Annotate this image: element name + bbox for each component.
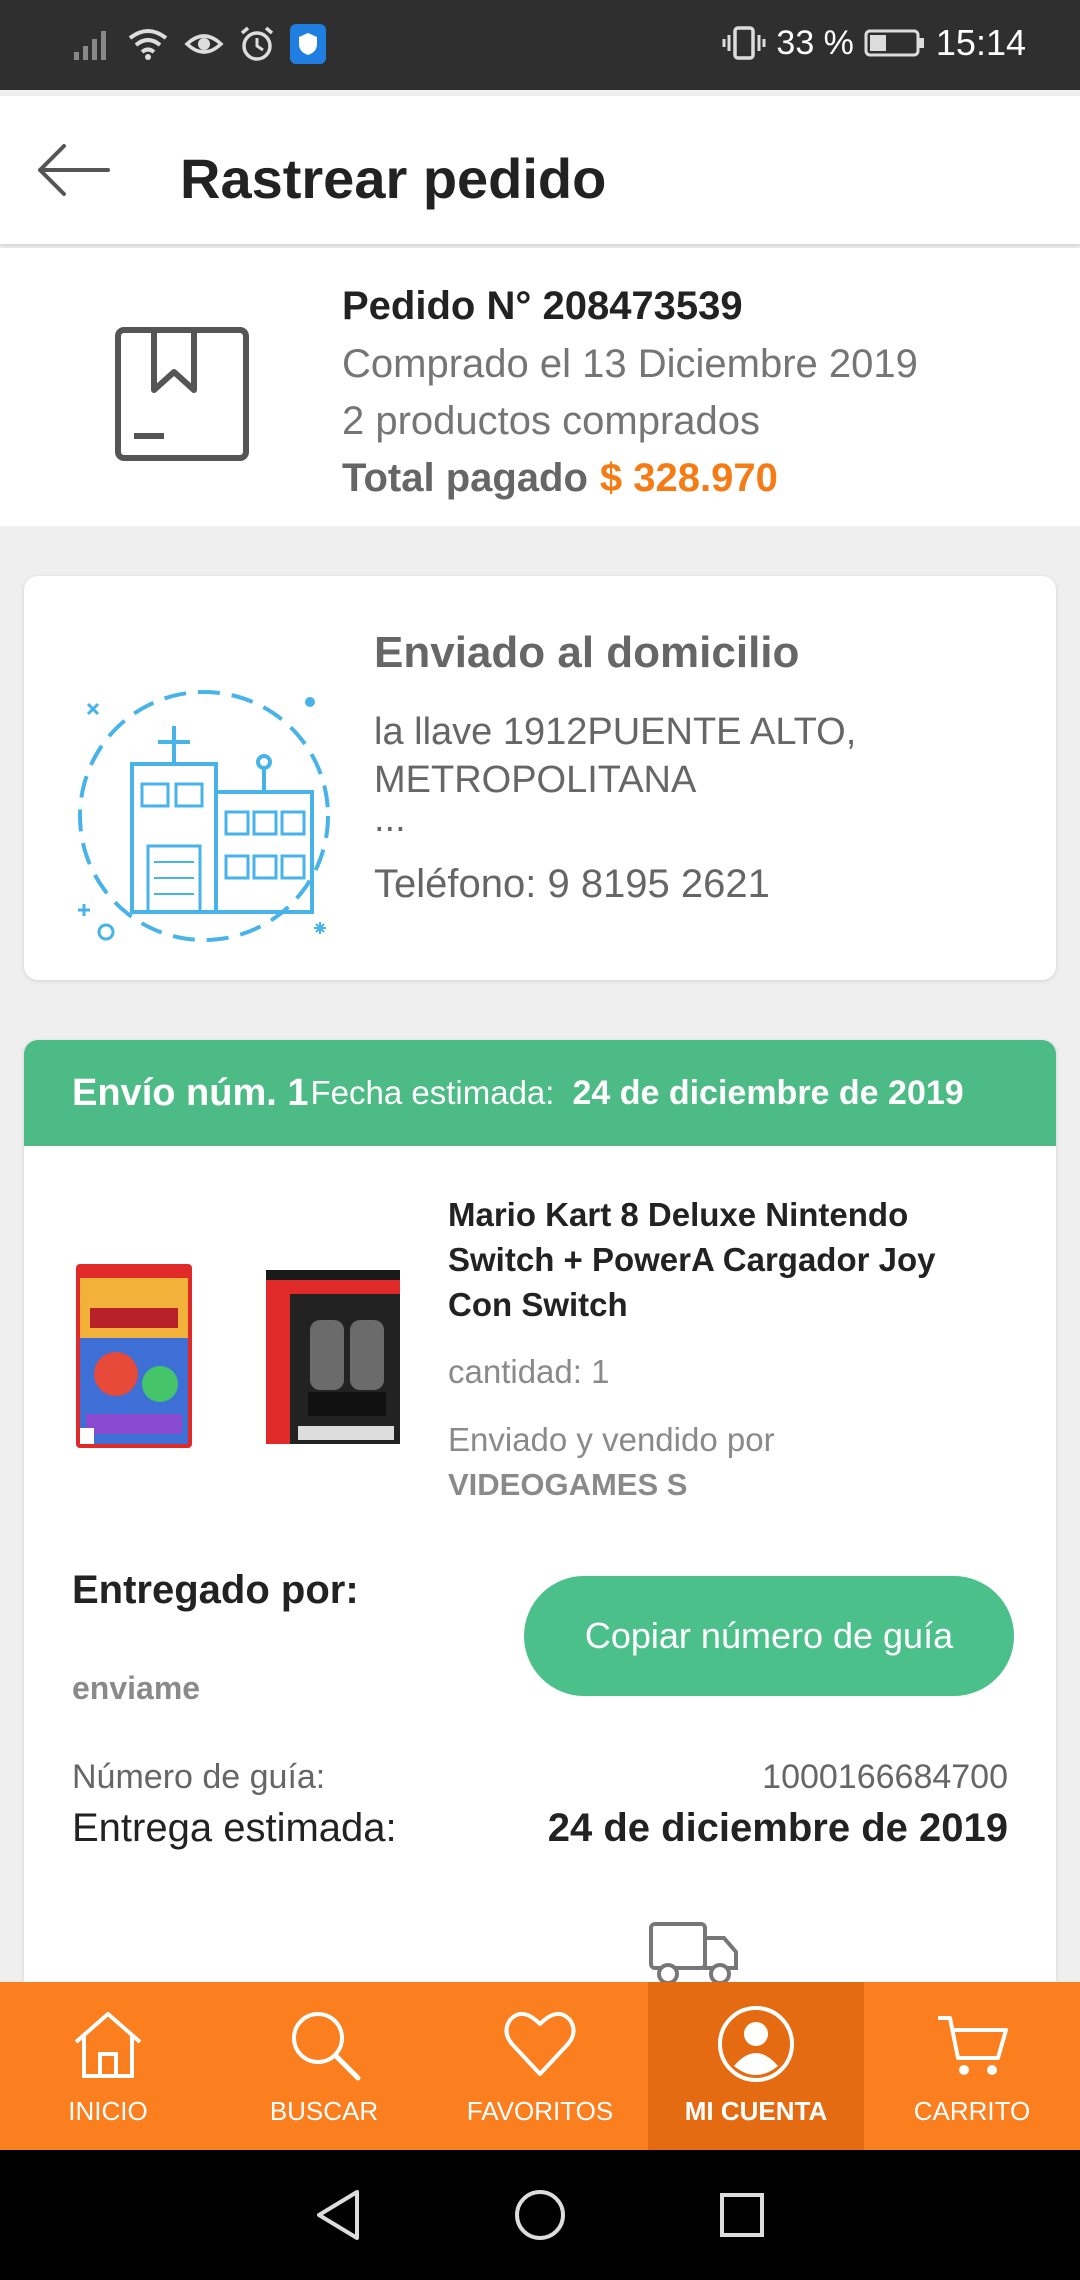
shipment-card: Envío núm. 1 Fecha estimada: 24 de dicie… [24, 1040, 1056, 2000]
address-line-1: la llave 1912PUENTE ALTO, [374, 711, 857, 753]
status-bar: 33 % 15:14 [0, 0, 1080, 90]
nav-mi-cuenta-label: MI CUENTA [684, 2096, 828, 2126]
purchase-date: Comprado el 13 Diciembre 2019 [342, 342, 918, 386]
mario-kart-product-image[interactable] [76, 1264, 192, 1448]
estimated-delivery-label: Entrega estimada: [72, 1806, 397, 1850]
tracking-number-value: 1000166684700 [762, 1758, 1008, 1796]
signal-icon [74, 31, 106, 60]
system-navigation-bar [0, 2150, 1080, 2280]
nav-buscar-label: BUSCAR [269, 2096, 379, 2126]
address-title: Enviado al domicilio [374, 628, 800, 677]
status-icons-left [72, 24, 326, 64]
app-bar: Rastrear pedido [0, 96, 1080, 244]
building-illustration-icon [78, 690, 330, 942]
total-label: Total pagado [342, 456, 588, 500]
battery-icon [864, 29, 924, 57]
estimated-delivery-value: 24 de diciembre de 2019 [547, 1806, 1008, 1850]
nav-carrito-label: CARRITO [913, 2096, 1031, 2126]
total-paid: Total pagado $ 328.970 [342, 456, 918, 501]
truck-icon [649, 1922, 738, 1985]
vibrate-icon [722, 26, 766, 60]
nav-mi-cuenta[interactable]: MI CUENTA [648, 1982, 864, 2150]
nav-carrito[interactable]: CARRITO [864, 1982, 1080, 2150]
delivery-address-card: Enviado al domicilio la llave 1912PUENTE… [24, 576, 1056, 980]
user-icon [718, 2006, 794, 2082]
seller-name: VIDEOGAMES S [448, 1467, 688, 1502]
order-number: Pedido N° 208473539 [342, 284, 743, 328]
address-phone: Teléfono: 9 8195 2621 [374, 862, 770, 906]
carrier-name: enviame [72, 1670, 201, 1706]
nav-buscar[interactable]: BUSCAR [216, 1982, 432, 2150]
eye-icon [184, 34, 224, 54]
status-icons-right: 33 % 15:14 [722, 22, 1026, 64]
package-icon [115, 327, 249, 461]
home-circle-icon[interactable] [513, 2188, 567, 2242]
delivered-by-label: Entregado por: [72, 1568, 359, 1612]
joycon-charger-product-image[interactable] [258, 1262, 408, 1452]
product-name[interactable]: Mario Kart 8 Deluxe Nintendo Switch + Po… [448, 1192, 1008, 1327]
nav-favoritos[interactable]: FAVORITOS [432, 1982, 648, 2150]
seller-label: Enviado y vendido por [448, 1421, 775, 1458]
shipment-number: Envío núm. 1 [72, 1071, 309, 1114]
tracking-number-label: Número de guía: [72, 1758, 326, 1796]
nav-favoritos-label: FAVORITOS [466, 2096, 614, 2126]
cart-icon [938, 2016, 1008, 2075]
address-ellipsis: ... [374, 798, 406, 840]
product-quantity: cantidad: 1 [448, 1353, 610, 1390]
order-summary: Pedido N° 208473539 Comprado el 13 Dicie… [0, 248, 1080, 526]
alarm-icon [240, 26, 274, 61]
tracking-number-row: Número de guía: 1000166684700 [72, 1758, 1008, 1797]
search-icon [292, 2012, 361, 2081]
nav-inicio-label: INICIO [68, 2096, 148, 2126]
page-title: Rastrear pedido [180, 147, 607, 210]
address-line-2: METROPOLITANA [374, 759, 697, 801]
home-icon [74, 2012, 142, 2078]
total-amount: $ 328.970 [599, 456, 778, 500]
nav-inicio[interactable]: INICIO [0, 1982, 216, 2150]
back-button[interactable] [34, 138, 114, 202]
copy-tracking-number-button[interactable]: Copiar número de guía [524, 1576, 1014, 1696]
arrow-left-icon [38, 144, 110, 196]
bottom-navigation: INICIO BUSCAR FAVORITOS MI CUENTA CARRIT… [0, 1982, 1080, 2150]
heart-icon [504, 2012, 576, 2076]
estimated-delivery-row: Entrega estimada: 24 de diciembre de 201… [72, 1806, 1008, 1851]
shield-icon [290, 24, 326, 64]
recents-square-icon[interactable] [717, 2190, 767, 2240]
estimated-date-label: Fecha estimada: [310, 1074, 555, 1111]
clock: 15:14 [935, 22, 1026, 63]
estimated-date-value: 24 de diciembre de 2019 [572, 1073, 964, 1112]
wifi-icon [128, 29, 168, 60]
battery-percent: 33 % [776, 23, 854, 62]
back-triangle-icon[interactable] [313, 2188, 363, 2242]
product-count: 2 productos comprados [342, 399, 761, 443]
shipment-header: Envío núm. 1 Fecha estimada: 24 de dicie… [24, 1040, 1056, 1146]
